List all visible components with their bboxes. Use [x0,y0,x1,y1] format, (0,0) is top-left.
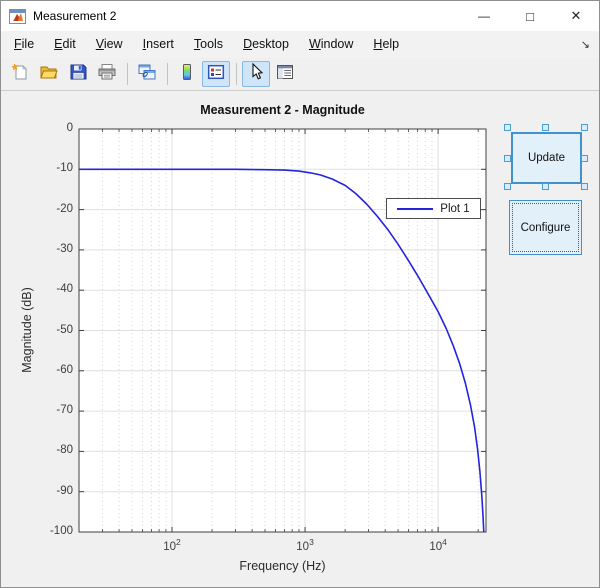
y-tick-label: -50 [37,324,73,336]
y-tick-label: -40 [37,283,73,295]
y-tick-label: -60 [37,364,73,376]
insert-legend-icon [206,63,226,86]
toolbar-separator [236,63,237,85]
window-title: Measurement 2 [33,9,116,23]
y-tick-label: -100 [37,525,73,537]
x-tick-label: 102 [152,537,192,553]
new-figure-button[interactable] [6,61,34,87]
dock-figure-icon[interactable]: ↘ [581,38,599,51]
y-tick-label: -30 [37,243,73,255]
edit-plot-button[interactable] [242,61,270,87]
figure-canvas: Measurement 2 - Magnitude Frequency (Hz)… [1,91,599,587]
selection-handle[interactable] [542,124,549,131]
menu-window[interactable]: Window [299,33,363,56]
property-inspector-icon [275,63,295,86]
legend-line-sample [397,208,433,210]
legend-label: Plot 1 [440,203,469,215]
toolbar-separator [127,63,128,85]
link-plot-icon [137,63,157,86]
menu-edit[interactable]: Edit [44,33,86,56]
insert-colorbar-button[interactable] [173,61,201,87]
update-button-selection: Update [504,124,589,190]
toolbar-separator [167,63,168,85]
minimize-button[interactable]: — [461,1,507,31]
close-button[interactable]: ✕ [553,1,599,31]
print-figure-icon [97,63,117,86]
update-button[interactable]: Update [511,132,582,184]
titlebar: Measurement 2 — □ ✕ [1,1,599,31]
insert-legend-button[interactable] [202,61,230,87]
print-figure-button[interactable] [93,61,121,87]
open-file-icon [39,63,59,86]
x-tick-label: 103 [285,537,325,553]
chart-title: Measurement 2 - Magnitude [79,103,486,117]
save-figure-icon [68,63,88,86]
menu-items: FileEditViewInsertToolsDesktopWindowHelp [4,33,409,56]
selection-handle[interactable] [581,155,588,162]
legend[interactable]: Plot 1 [386,198,481,219]
menu-tools[interactable]: Tools [184,33,233,56]
selection-handle[interactable] [581,124,588,131]
selection-handle[interactable] [542,183,549,190]
configure-button[interactable]: Configure [509,200,582,255]
selection-handle[interactable] [504,155,511,162]
y-axis-label: Magnitude (dB) [20,287,34,372]
app-icon [9,9,26,24]
new-figure-icon [10,63,30,86]
y-tick-label: -90 [37,485,73,497]
menu-desktop[interactable]: Desktop [233,33,299,56]
edit-plot-icon [246,63,266,86]
y-tick-label: -80 [37,444,73,456]
menu-view[interactable]: View [86,33,133,56]
menu-help[interactable]: Help [363,33,409,56]
window-controls: — □ ✕ [461,1,599,31]
x-tick-label: 104 [418,537,458,553]
maximize-button[interactable]: □ [507,1,553,31]
insert-colorbar-icon [177,63,197,86]
open-file-button[interactable] [35,61,63,87]
toolbar [1,58,599,91]
y-tick-label: -70 [37,404,73,416]
selection-handle[interactable] [504,183,511,190]
menubar: FileEditViewInsertToolsDesktopWindowHelp… [1,31,599,58]
selection-handle[interactable] [504,124,511,131]
y-tick-label: -10 [37,162,73,174]
x-axis-label: Frequency (Hz) [79,559,486,573]
link-plot-button[interactable] [133,61,161,87]
menu-insert[interactable]: Insert [133,33,184,56]
selection-handle[interactable] [581,183,588,190]
y-tick-label: 0 [37,122,73,134]
menu-file[interactable]: File [4,33,44,56]
save-figure-button[interactable] [64,61,92,87]
property-inspector-button[interactable] [271,61,299,87]
y-tick-label: -20 [37,203,73,215]
figure-window: Measurement 2 — □ ✕ FileEditViewInsertTo… [0,0,600,588]
